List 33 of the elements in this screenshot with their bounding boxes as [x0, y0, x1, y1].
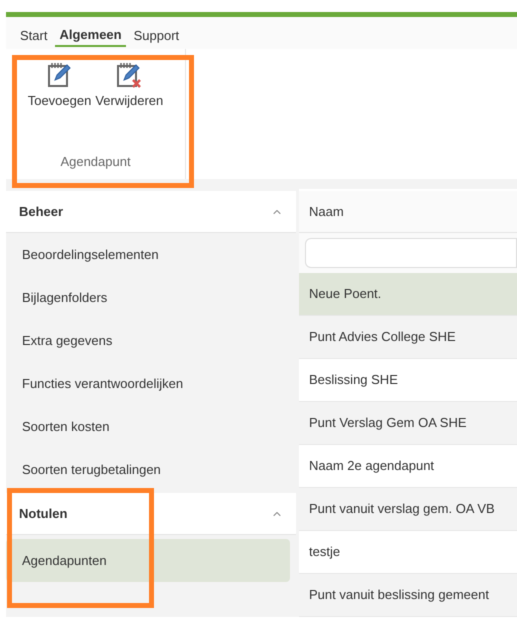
sidebar-item[interactable]: Agendapunten: [6, 539, 290, 582]
table-row[interactable]: Neue Poent.: [299, 273, 517, 316]
table-cell-text: Punt Advies College SHE: [308, 328, 456, 346]
note-delete-icon: [115, 61, 144, 89]
table-cell-text: Punt vanuit verslag gem. OA VB: [308, 500, 495, 518]
table-row[interactable]: Punt vanuit verslag gem. OA VB: [299, 488, 517, 531]
filter-input-field[interactable]: [305, 238, 517, 268]
ribbon-tab[interactable]: Support: [130, 25, 184, 47]
table-cell-text: Naam 2e agendapunt: [308, 457, 434, 476]
table-cell-text: testje: [308, 543, 340, 562]
table-cell-text: Neue Poent.: [308, 285, 382, 304]
table-row[interactable]: Punt Advies College SHE: [299, 316, 517, 359]
group-label: Agendapunt: [60, 152, 131, 171]
table-cell-text: Beslissing SHE: [308, 371, 398, 390]
table-row[interactable]: Punt Verslag Gem OA SHE: [299, 402, 517, 445]
table-cell-text: Punt vanuit beslissing gemeent: [308, 586, 489, 604]
table-cell-text: Punt Verslag Gem OA SHE: [308, 414, 467, 432]
sidebar-item[interactable]: Soorten terugbetalingen: [6, 448, 296, 491]
table-row[interactable]: Punt vanuit beslissing gemeent: [299, 574, 517, 617]
section-title: Notulen: [19, 504, 68, 523]
ribbon-tab[interactable]: Algemeen: [55, 25, 126, 47]
sidebar-item[interactable]: Functies verantwoordelijken: [6, 362, 296, 405]
sidebar-item[interactable]: Soorten kosten: [6, 405, 296, 448]
section-title: Beheer: [19, 202, 64, 221]
sidebar-item[interactable]: Extra gegevens: [6, 319, 296, 362]
add-button[interactable]: Toevoegen: [26, 61, 92, 110]
delete-button[interactable]: Verwijderen: [94, 61, 164, 110]
column-header[interactable]: Naam: [299, 202, 354, 222]
section-header[interactable]: Notulen: [6, 493, 296, 535]
section-header[interactable]: Beheer: [6, 191, 296, 233]
sidebar-item[interactable]: Beoordelingselementen: [6, 233, 296, 276]
ribbon-tab[interactable]: Start: [16, 25, 52, 47]
sidebar-item[interactable]: Bijlagenfolders: [6, 276, 296, 319]
